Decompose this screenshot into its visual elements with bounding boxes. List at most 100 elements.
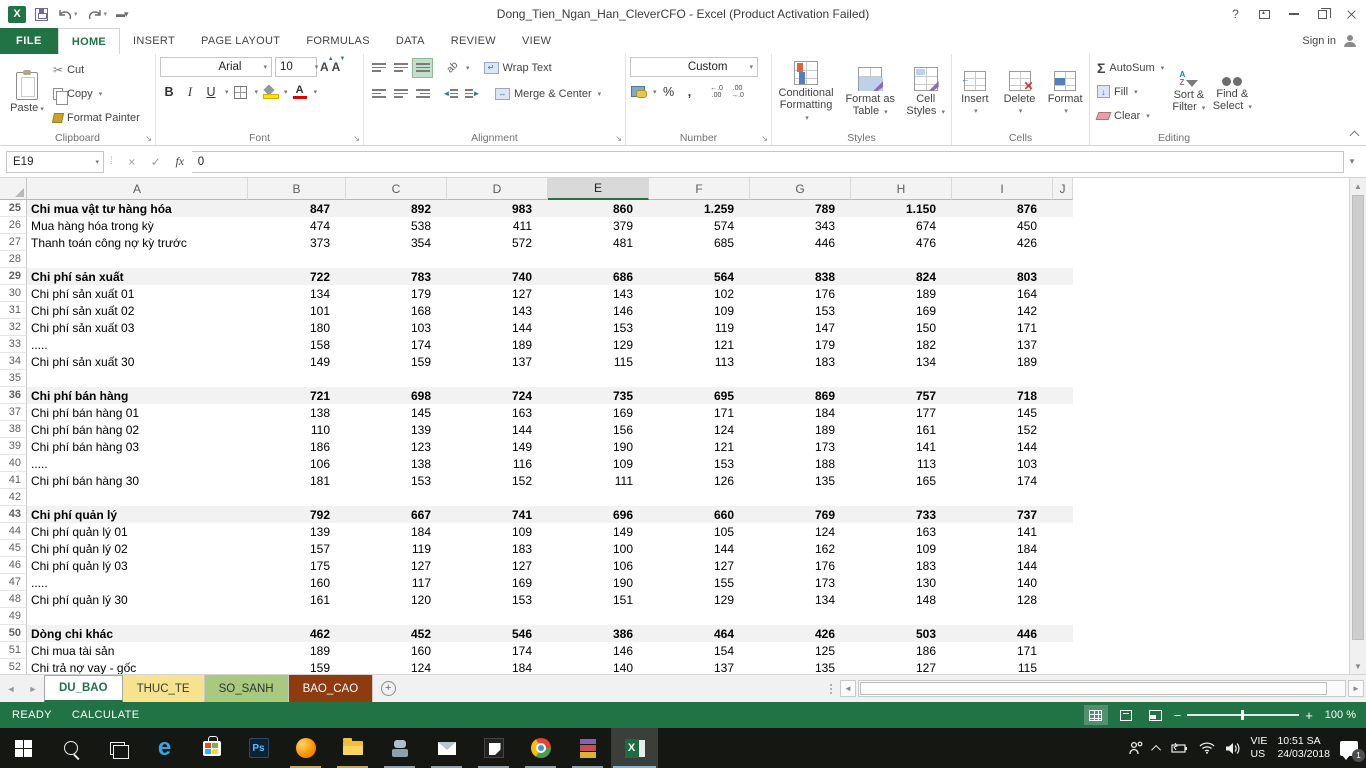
cell-F38[interactable]: 124: [649, 421, 750, 438]
cell-D28[interactable]: [447, 251, 548, 268]
cell-C34[interactable]: 159: [346, 353, 447, 370]
cell-H48[interactable]: 148: [851, 591, 952, 608]
cell-B35[interactable]: [248, 370, 346, 387]
cell-C26[interactable]: 538: [346, 217, 447, 234]
cell-A52[interactable]: Chi trả nợ vay - gốc: [27, 659, 248, 674]
cell-H36[interactable]: 757: [851, 387, 952, 404]
cell-A46[interactable]: Chi phí quản lý 03: [27, 557, 248, 574]
cell-A40[interactable]: .....: [27, 455, 248, 472]
row-header-37[interactable]: 37: [0, 404, 27, 421]
cell-H39[interactable]: 141: [851, 438, 952, 455]
clear-button[interactable]: Clear▾: [1094, 105, 1167, 126]
cell-C27[interactable]: 354: [346, 234, 447, 251]
cell-D51[interactable]: 174: [447, 642, 548, 659]
cell-H47[interactable]: 130: [851, 574, 952, 591]
cell-J32[interactable]: [1053, 319, 1073, 336]
cell-E40[interactable]: 109: [548, 455, 649, 472]
cell-F30[interactable]: 102: [649, 285, 750, 302]
cell-G33[interactable]: 179: [750, 336, 851, 353]
row-header-31[interactable]: 31: [0, 302, 27, 319]
close-button[interactable]: [1337, 0, 1366, 28]
cell-A31[interactable]: Chi phí sản xuất 02: [27, 302, 248, 319]
cell-A41[interactable]: Chi phí bán hàng 30: [27, 472, 248, 489]
cell-H32[interactable]: 150: [851, 319, 952, 336]
insert-cells-button[interactable]: ← Insert▾: [956, 57, 994, 129]
cell-B52[interactable]: 159: [248, 659, 346, 674]
battery-icon[interactable]: [1171, 742, 1189, 754]
page-layout-view-button[interactable]: [1114, 705, 1138, 725]
cell-E37[interactable]: 169: [548, 404, 649, 421]
center-button[interactable]: [390, 84, 411, 104]
cell-F35[interactable]: [649, 370, 750, 387]
cell-E35[interactable]: [548, 370, 649, 387]
cell-F47[interactable]: 155: [649, 574, 750, 591]
tab-home[interactable]: HOME: [58, 28, 120, 54]
select-all-corner[interactable]: [0, 178, 27, 200]
cell-F49[interactable]: [649, 608, 750, 625]
cell-D37[interactable]: 163: [447, 404, 548, 421]
cell-I25[interactable]: 876: [952, 200, 1053, 217]
cell-C30[interactable]: 179: [346, 285, 447, 302]
cell-E28[interactable]: [548, 251, 649, 268]
cell-E34[interactable]: 115: [548, 353, 649, 370]
cell-A34[interactable]: Chi phí sản xuất 30: [27, 353, 248, 370]
scroll-left-arrow[interactable]: ◄: [840, 680, 856, 697]
font-dialog-launcher[interactable]: ↘: [353, 134, 360, 143]
decrease-font-size-button[interactable]: A▼: [332, 60, 341, 74]
cell-J46[interactable]: [1053, 557, 1073, 574]
cell-G38[interactable]: 189: [750, 421, 851, 438]
cell-A47[interactable]: .....: [27, 574, 248, 591]
row-header-52[interactable]: 52: [0, 659, 27, 674]
volume-icon[interactable]: [1225, 742, 1241, 755]
cell-J34[interactable]: [1053, 353, 1073, 370]
firefox-app-button[interactable]: [282, 728, 329, 768]
sheet-tab-THUC_TE[interactable]: THUC_TE: [123, 675, 205, 702]
orientation-button[interactable]: ab: [442, 58, 463, 78]
cell-A51[interactable]: Chi mua tài sản: [27, 642, 248, 659]
clock[interactable]: 10:51 SA 24/03/2018: [1277, 735, 1330, 761]
cell-D38[interactable]: 144: [447, 421, 548, 438]
row-header-42[interactable]: 42: [0, 489, 27, 506]
sheet-tab-DU_BAO[interactable]: DU_BAO: [44, 675, 123, 702]
column-header-D[interactable]: D: [447, 178, 548, 200]
cell-A45[interactable]: Chi phí quản lý 02: [27, 540, 248, 557]
confirm-entry-button[interactable]: ✓: [144, 155, 168, 169]
cell-D25[interactable]: 983: [447, 200, 548, 217]
cell-J38[interactable]: [1053, 421, 1073, 438]
cell-B44[interactable]: 139: [248, 523, 346, 540]
cell-F29[interactable]: 564: [649, 268, 750, 285]
cell-D41[interactable]: 152: [447, 472, 548, 489]
cell-I28[interactable]: [952, 251, 1053, 268]
cell-F32[interactable]: 119: [649, 319, 750, 336]
cell-D40[interactable]: 116: [447, 455, 548, 472]
sign-in-link[interactable]: Sign in: [1302, 35, 1336, 47]
cell-D42[interactable]: [447, 489, 548, 506]
column-header-H[interactable]: H: [851, 178, 952, 200]
cell-F27[interactable]: 685: [649, 234, 750, 251]
fill-button[interactable]: ↓Fill▾: [1094, 81, 1167, 102]
cell-C46[interactable]: 127: [346, 557, 447, 574]
cell-E47[interactable]: 190: [548, 574, 649, 591]
cell-C40[interactable]: 138: [346, 455, 447, 472]
cell-E49[interactable]: [548, 608, 649, 625]
italic-button[interactable]: I: [181, 82, 199, 102]
format-cells-button[interactable]: Format▾: [1045, 57, 1085, 129]
cell-E50[interactable]: 386: [548, 625, 649, 642]
cell-E51[interactable]: 146: [548, 642, 649, 659]
cell-I43[interactable]: 737: [952, 506, 1053, 523]
cell-B39[interactable]: 186: [248, 438, 346, 455]
cell-G44[interactable]: 124: [750, 523, 851, 540]
cell-E39[interactable]: 190: [548, 438, 649, 455]
cell-A48[interactable]: Chi phí quản lý 30: [27, 591, 248, 608]
increase-indent-button[interactable]: ►: [462, 84, 483, 104]
cell-G31[interactable]: 153: [750, 302, 851, 319]
winrar-app-button[interactable]: [564, 728, 611, 768]
chrome-app-button[interactable]: [517, 728, 564, 768]
cell-B34[interactable]: 149: [248, 353, 346, 370]
vertical-scroll-thumb[interactable]: [1352, 195, 1364, 640]
cell-H26[interactable]: 674: [851, 217, 952, 234]
cell-D39[interactable]: 149: [447, 438, 548, 455]
number-format-select[interactable]: Custom▾: [630, 57, 758, 77]
cell-J50[interactable]: [1053, 625, 1073, 642]
bold-button[interactable]: B: [160, 82, 178, 102]
